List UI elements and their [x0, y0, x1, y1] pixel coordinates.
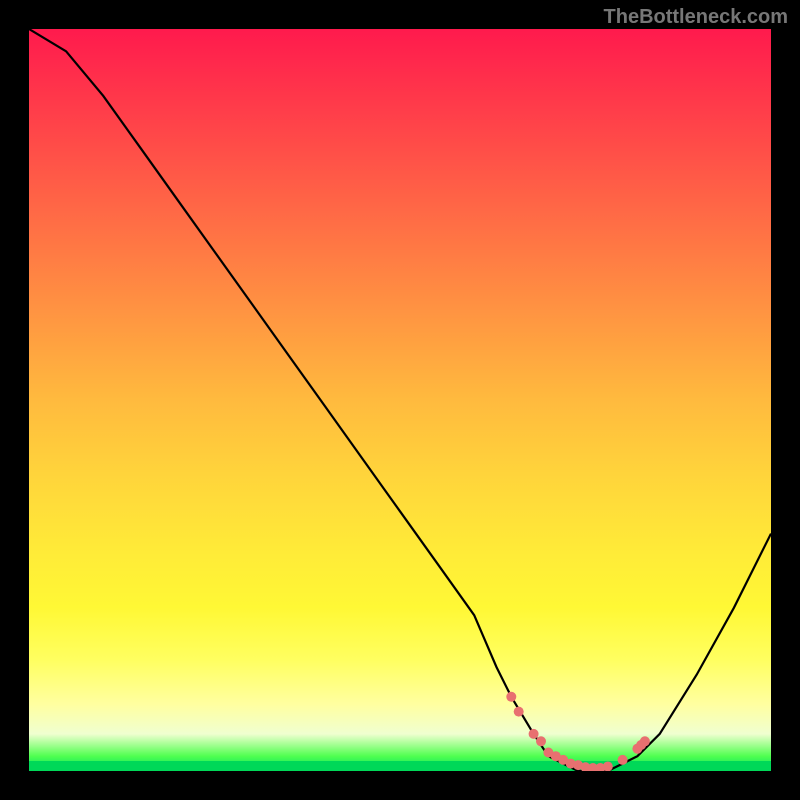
watermark-text: TheBottleneck.com	[604, 6, 788, 29]
optimal-zone-markers	[506, 692, 650, 771]
marker-point	[618, 755, 628, 765]
marker-point	[640, 736, 650, 746]
bottleneck-curve	[29, 29, 771, 771]
marker-point	[514, 707, 524, 717]
marker-point	[603, 762, 613, 772]
chart-plot-area	[29, 29, 771, 771]
marker-point	[506, 692, 516, 702]
marker-point	[536, 736, 546, 746]
chart-svg	[29, 29, 771, 771]
marker-point	[529, 729, 539, 739]
